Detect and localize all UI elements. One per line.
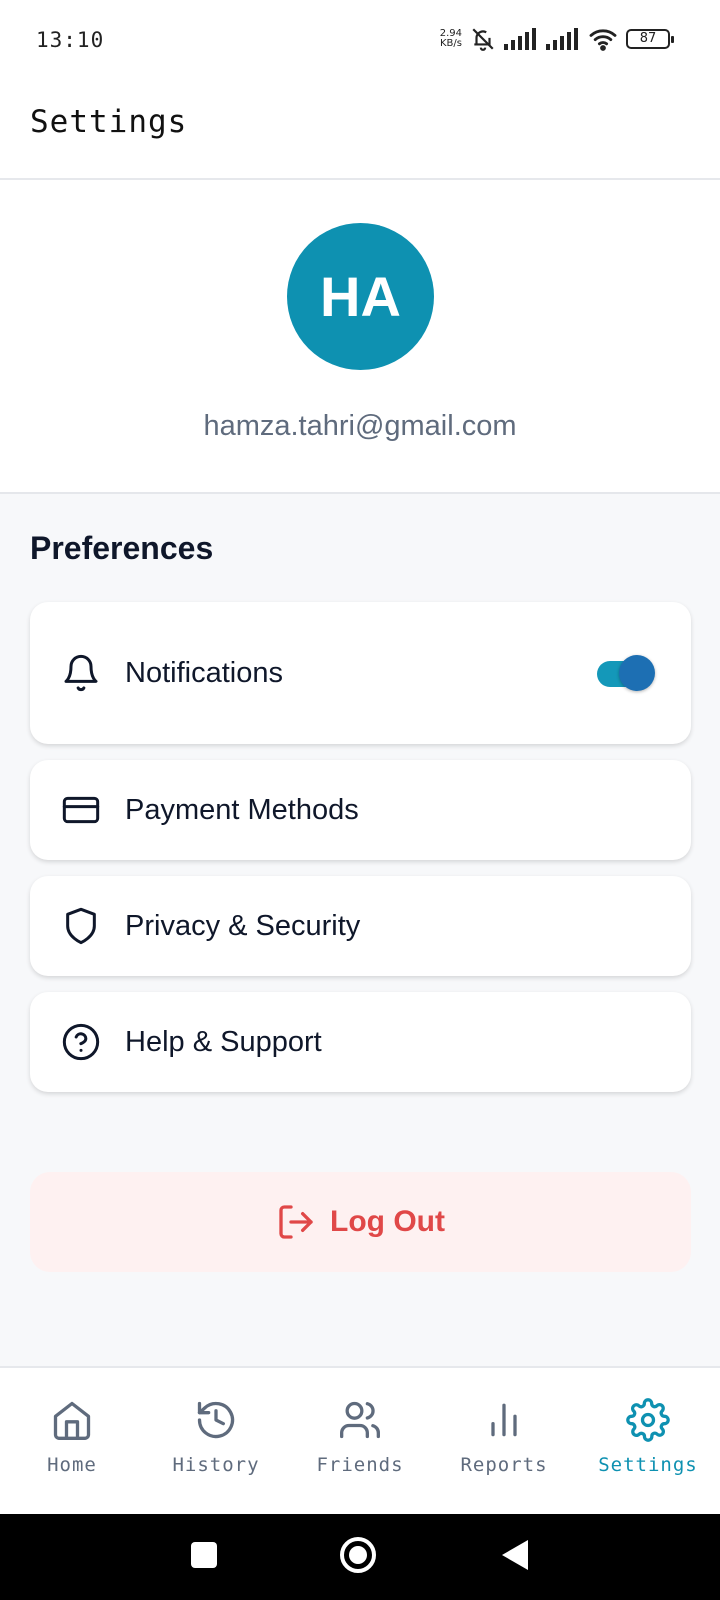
system-nav-bar [0,1514,720,1600]
nav-label-friends: Friends [316,1454,404,1476]
battery-indicator: 87 [626,29,674,49]
back-icon[interactable] [500,1538,530,1572]
nav-item-friends[interactable]: Friends [288,1368,432,1514]
nav-label-settings: Settings [598,1454,698,1476]
logout-label: Log Out [330,1205,445,1238]
gear-icon [626,1398,670,1442]
nav-label-reports: Reports [460,1454,548,1476]
notifications-row[interactable]: Notifications [30,602,691,744]
help-support-label: Help & Support [125,1025,322,1058]
bottom-nav: Home History Friends Reports Settings [0,1366,720,1514]
nav-label-home: Home [47,1454,97,1476]
nav-label-history: History [172,1454,260,1476]
privacy-security-row[interactable]: Privacy & Security [30,876,691,976]
nav-item-reports[interactable]: Reports [432,1368,576,1514]
bell-muted-icon [472,28,494,51]
section-title: Preferences [30,530,214,566]
wifi-icon [589,29,617,51]
app-header: Settings [0,82,720,180]
status-time: 13:10 [36,28,105,52]
help-support-row[interactable]: Help & Support [30,992,691,1092]
credit-card-icon [60,789,102,831]
payment-methods-row[interactable]: Payment Methods [30,760,691,860]
home-icon [53,1401,91,1440]
signal-icon [504,28,536,50]
network-speed: 2.94 KB/s [439,28,462,49]
notifications-toggle[interactable] [597,655,655,691]
profile-section: HA hamza.tahri@gmail.com [0,180,720,494]
bar-chart-icon [491,1403,517,1437]
help-circle-icon [60,1021,102,1063]
nav-item-settings[interactable]: Settings [576,1368,720,1514]
privacy-security-label: Privacy & Security [125,909,361,942]
status-icons: 2.94 KB/s 87 [439,26,674,52]
home-circle-icon[interactable] [338,1535,378,1575]
nav-item-history[interactable]: History [144,1368,288,1514]
payment-methods-label: Payment Methods [125,793,359,826]
history-icon [197,1401,235,1439]
nav-item-home[interactable]: Home [0,1368,144,1514]
logout-icon [279,1205,313,1239]
preferences-section: Preferences Notifications Payment Method… [0,494,720,1366]
user-email: hamza.tahri@gmail.com [203,410,517,442]
page-title: Settings [30,104,188,140]
avatar[interactable]: HA [287,223,434,370]
notifications-label: Notifications [125,656,283,689]
status-bar: 13:10 2.94 KB/s 87 [0,0,720,82]
friends-icon [340,1401,380,1439]
bell-icon [60,652,102,694]
shield-icon [60,905,102,947]
toggle-thumb [619,655,655,691]
signal-icon-2 [546,28,578,50]
recents-icon[interactable] [190,1541,218,1569]
logout-button[interactable]: Log Out [30,1172,691,1272]
